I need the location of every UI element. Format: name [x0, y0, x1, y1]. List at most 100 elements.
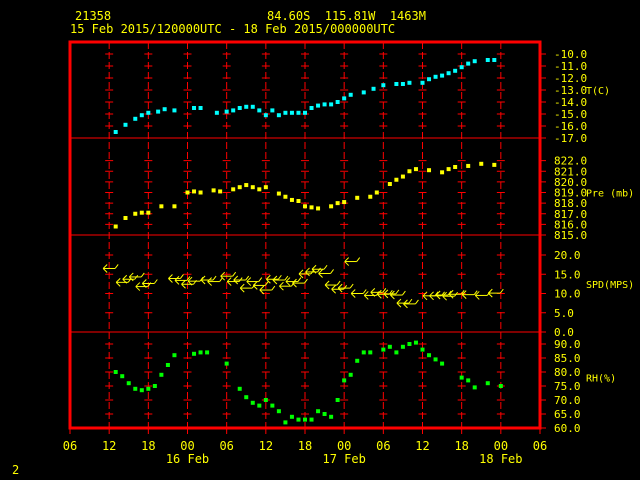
data-point-rh: [394, 350, 399, 355]
panel-label-temp: T(C): [586, 86, 610, 97]
data-point-temp: [446, 71, 451, 76]
wind-barb: [128, 272, 145, 282]
x-date-label: 17 Feb: [322, 452, 365, 466]
data-point-pressure: [342, 200, 347, 205]
data-point-rh: [316, 409, 321, 414]
data-point-pressure: [289, 197, 294, 202]
y-tick-label-pressure: 815.0: [554, 229, 587, 242]
data-point-rh: [165, 363, 170, 367]
wind-barb: [337, 283, 354, 293]
data-point-temp: [427, 77, 432, 82]
y-tick-label-rh: 65.0: [554, 408, 581, 421]
data-point-rh: [309, 417, 314, 422]
data-point-temp: [400, 82, 405, 86]
wind-barb: [233, 275, 250, 285]
data-point-rh: [420, 347, 425, 352]
data-point-pressure: [237, 185, 242, 190]
data-point-rh: [198, 350, 203, 355]
data-point-pressure: [394, 177, 399, 182]
data-point-pressure: [250, 185, 255, 190]
data-point-rh: [485, 381, 490, 386]
x-tick-label: 18: [141, 439, 155, 453]
data-point-pressure: [283, 194, 288, 199]
data-point-temp: [433, 74, 438, 79]
panel-label-wind: SPD(MPS): [586, 280, 634, 291]
data-point-rh: [257, 403, 262, 408]
data-point-pressure: [198, 190, 203, 195]
data-point-pressure: [368, 194, 373, 199]
data-point-temp: [335, 100, 340, 104]
x-tick-label: 12: [102, 439, 116, 453]
data-point-pressure: [446, 167, 451, 172]
data-point-rh: [348, 372, 353, 377]
data-point-rh: [296, 417, 301, 422]
data-point-temp: [342, 96, 347, 101]
data-point-pressure: [466, 163, 471, 168]
wind-barb: [350, 289, 367, 298]
wind-barb: [141, 279, 158, 288]
data-point-temp: [329, 102, 334, 107]
data-point-rh: [440, 361, 445, 366]
y-tick-label-wind: 5.0: [554, 307, 574, 320]
wind-barb: [220, 271, 237, 281]
data-point-temp: [492, 58, 497, 62]
data-point-pressure: [400, 174, 405, 179]
data-point-rh: [387, 344, 392, 349]
data-point-pressure: [244, 183, 249, 188]
data-point-temp: [139, 113, 144, 118]
data-point-pressure: [159, 204, 164, 209]
y-tick-label-wind: 15.0: [554, 268, 581, 281]
data-point-rh: [342, 378, 347, 383]
x-tick-label: 18: [454, 439, 468, 453]
data-point-rh: [368, 350, 373, 355]
data-point-pressure: [211, 188, 216, 193]
y-tick-label-wind: 10.0: [554, 288, 581, 301]
data-point-pressure: [263, 185, 268, 190]
x-date-label: 18 Feb: [479, 452, 522, 466]
data-point-rh: [472, 385, 477, 390]
data-point-rh: [381, 347, 386, 352]
data-point-rh: [427, 353, 432, 358]
data-point-temp: [283, 110, 288, 115]
y-tick-label-rh: 75.0: [554, 380, 581, 393]
data-point-rh: [407, 342, 412, 346]
data-point-rh: [400, 344, 405, 349]
data-point-rh: [120, 374, 125, 379]
data-point-temp: [250, 104, 255, 109]
data-point-temp: [146, 110, 151, 115]
data-point-pressure: [453, 165, 458, 169]
wind-barb: [279, 281, 295, 291]
data-point-rh: [283, 420, 288, 425]
data-point-temp: [172, 108, 177, 113]
data-point-temp: [270, 108, 275, 113]
data-point-rh: [459, 375, 464, 380]
data-point-rh: [146, 386, 151, 391]
data-point-rh: [192, 351, 197, 356]
wind-barb: [474, 291, 491, 300]
data-point-rh: [139, 388, 144, 393]
data-point-rh: [335, 398, 340, 402]
data-point-pressure: [309, 205, 314, 210]
data-point-temp: [466, 61, 471, 66]
data-point-temp: [309, 106, 314, 110]
data-point-rh: [413, 340, 418, 345]
data-point-pressure: [355, 195, 360, 200]
data-point-temp: [322, 102, 327, 107]
panel-label-pressure: Pre (mb): [586, 189, 634, 200]
data-point-pressure: [146, 210, 151, 215]
data-point-temp: [257, 108, 262, 113]
data-point-pressure: [296, 199, 301, 203]
data-point-temp: [303, 110, 307, 115]
data-point-temp: [198, 106, 203, 110]
wind-barb: [318, 269, 334, 278]
data-point-temp: [156, 109, 161, 114]
x-tick-label: 06: [219, 439, 233, 453]
data-point-pressure: [257, 187, 262, 192]
data-point-temp: [485, 58, 490, 62]
y-tick-label-rh: 60.0: [554, 422, 581, 435]
data-point-pressure: [374, 190, 379, 195]
data-point-pressure: [413, 167, 418, 172]
data-point-pressure: [329, 204, 334, 209]
data-point-temp: [192, 106, 197, 110]
y-tick-label-rh: 85.0: [554, 352, 581, 365]
